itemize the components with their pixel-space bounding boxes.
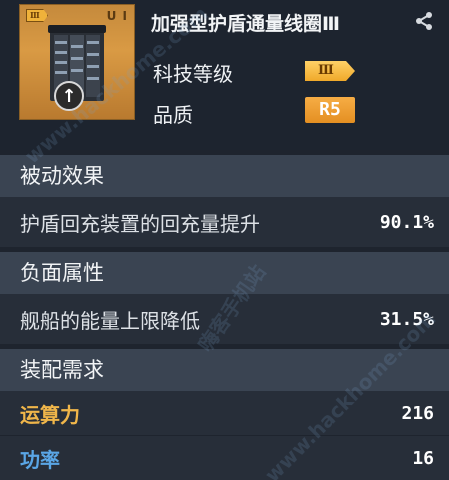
icon-corner-label: U I	[106, 9, 128, 23]
section-equip-requirements: 装配需求	[0, 349, 449, 391]
item-icon[interactable]: Ⅲ U I ↑	[19, 4, 135, 120]
negative-attribute-row: 舰船的能量上限降低 31.5%	[0, 294, 449, 344]
requirement-row-compute: 运算力 216	[0, 391, 449, 435]
passive-effect-value: 90.1%	[379, 211, 434, 233]
negative-attribute-value: 31.5%	[379, 308, 434, 330]
compute-value: 216	[401, 402, 434, 424]
item-header: Ⅲ U I ↑ 加强型护盾通量线圈Ⅲ 科技等级 Ⅲ 品质 R5	[0, 0, 449, 150]
share-icon[interactable]	[413, 10, 435, 32]
upgrade-arrow-icon[interactable]: ↑	[54, 81, 84, 111]
passive-effect-row: 护盾回充装置的回充量提升 90.1%	[0, 197, 449, 247]
compute-label: 运算力	[20, 402, 80, 427]
quality-label: 品质	[153, 103, 193, 127]
tech-level-label: 科技等级	[153, 62, 233, 86]
power-value: 16	[412, 447, 434, 469]
requirement-row-power: 功率 16	[0, 436, 449, 480]
quality-badge: R5	[305, 97, 355, 123]
icon-tier-tag: Ⅲ	[26, 9, 48, 22]
power-label: 功率	[20, 447, 60, 472]
tech-level-badge: Ⅲ	[305, 61, 355, 81]
item-title: 加强型护盾通量线圈Ⅲ	[151, 13, 340, 35]
section-negative-attributes: 负面属性	[0, 252, 449, 294]
section-passive-effects: 被动效果	[0, 155, 449, 197]
negative-attribute-label: 舰船的能量上限降低	[20, 308, 200, 333]
passive-effect-label: 护盾回充装置的回充量提升	[20, 211, 260, 236]
